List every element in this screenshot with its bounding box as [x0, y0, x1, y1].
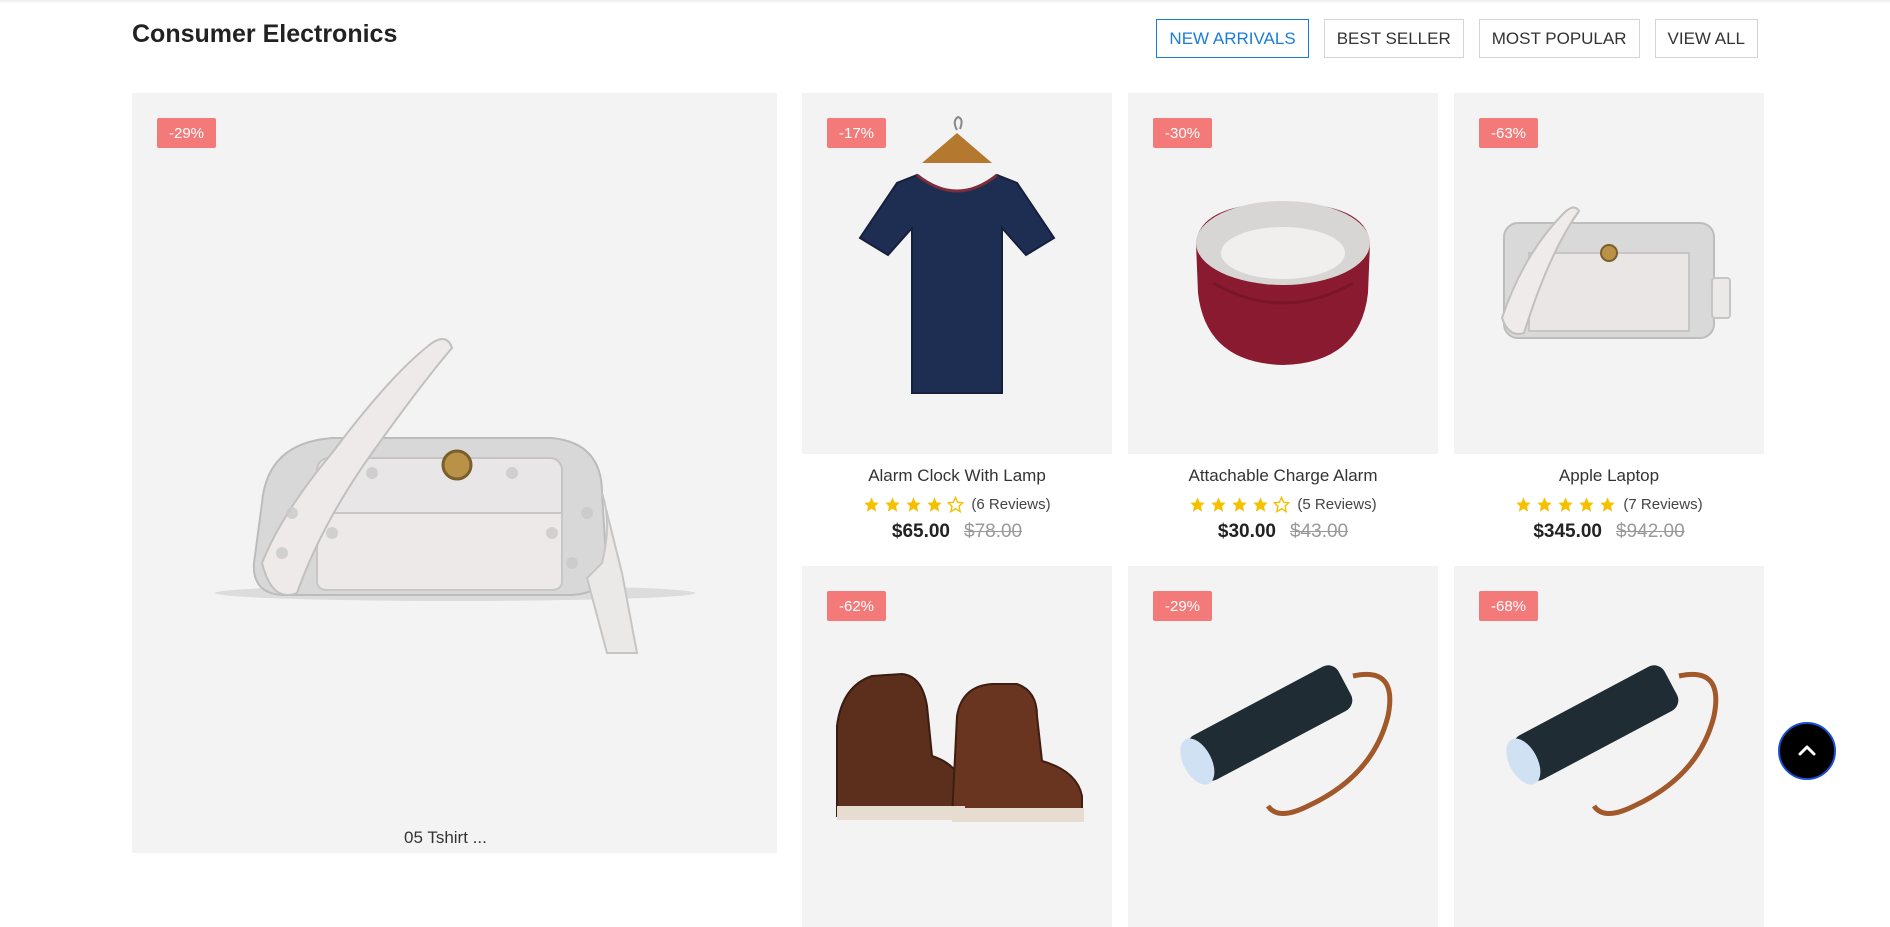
star-filled-icon [1232, 497, 1247, 512]
scroll-to-top-button[interactable] [1778, 722, 1836, 780]
old-price: $43.00 [1290, 521, 1349, 542]
headband-image [1196, 201, 1370, 365]
chevron-up-icon [1798, 745, 1816, 756]
product-card[interactable]: -29% [1128, 566, 1438, 927]
filter-view-all-button[interactable]: VIEW ALL [1654, 19, 1758, 58]
star-filled-icon [1600, 497, 1615, 512]
product-name[interactable]: Alarm Clock With Lamp [802, 466, 1112, 488]
current-price: $345.00 [1533, 521, 1602, 542]
star-filled-icon [906, 497, 921, 512]
product-card[interactable]: -17% [802, 93, 1112, 454]
tshirt-image [858, 115, 1056, 394]
filter-tabs: NEW ARRIVALS BEST SELLER MOST POPULAR VI… [1156, 19, 1758, 58]
star-filled-icon [1253, 497, 1268, 512]
old-price: $942.00 [1616, 521, 1685, 542]
old-price: $78.00 [964, 521, 1023, 542]
header-shadow [0, 0, 1890, 4]
product-card[interactable]: -30% [1128, 93, 1438, 454]
boots-image [836, 672, 1084, 822]
product-rating: (7 Reviews) [1454, 496, 1764, 513]
star-filled-icon [864, 497, 879, 512]
review-count: (5 Reviews) [1297, 496, 1377, 513]
review-count: (6 Reviews) [971, 496, 1051, 513]
filter-most-popular-button[interactable]: MOST POPULAR [1478, 19, 1640, 58]
star-empty-icon [1273, 496, 1291, 513]
star-filled-icon [1516, 497, 1531, 512]
featured-product-name[interactable]: 05 Tshirt ... [404, 828, 487, 848]
product-info: Alarm Clock With Lamp (6 Reviews) $65.00… [802, 466, 1112, 543]
product-card[interactable]: -68% [1454, 566, 1764, 927]
product-info: Apple Laptop (7 Reviews) $345.00 $942.00 [1454, 466, 1764, 543]
star-filled-icon [885, 497, 900, 512]
product-name[interactable]: Apple Laptop [1454, 466, 1764, 488]
product-card[interactable]: -62% [802, 566, 1112, 927]
star-filled-icon [1579, 497, 1594, 512]
featured-product-card[interactable]: -29% 05 Tshirt ... [132, 93, 777, 853]
star-filled-icon [1537, 497, 1552, 512]
product-rating: (5 Reviews) [1128, 496, 1438, 513]
filter-best-seller-button[interactable]: BEST SELLER [1323, 19, 1464, 58]
star-filled-icon [927, 497, 942, 512]
product-card[interactable]: -63% [1454, 93, 1764, 454]
star-empty-icon [947, 496, 965, 513]
product-price: $345.00 $942.00 [1454, 521, 1764, 543]
handbag-image [215, 338, 695, 654]
flashlight-image [1506, 665, 1719, 816]
product-info: Attachable Charge Alarm (5 Reviews) $30.… [1128, 466, 1438, 543]
product-price: $30.00 $43.00 [1128, 521, 1438, 543]
star-filled-icon [1190, 497, 1205, 512]
section-title: Consumer Electronics [132, 20, 398, 48]
current-price: $65.00 [891, 521, 950, 542]
star-filled-icon [1558, 497, 1573, 512]
product-price: $65.00 $78.00 [802, 521, 1112, 543]
star-filled-icon [1211, 497, 1226, 512]
filter-new-arrivals-button[interactable]: NEW ARRIVALS [1156, 19, 1309, 58]
handbag-image [1500, 206, 1731, 339]
product-name[interactable]: Attachable Charge Alarm [1128, 466, 1438, 488]
review-count: (7 Reviews) [1623, 496, 1703, 513]
flashlight-image [1180, 665, 1393, 816]
current-price: $30.00 [1217, 521, 1276, 542]
product-rating: (6 Reviews) [802, 496, 1112, 513]
